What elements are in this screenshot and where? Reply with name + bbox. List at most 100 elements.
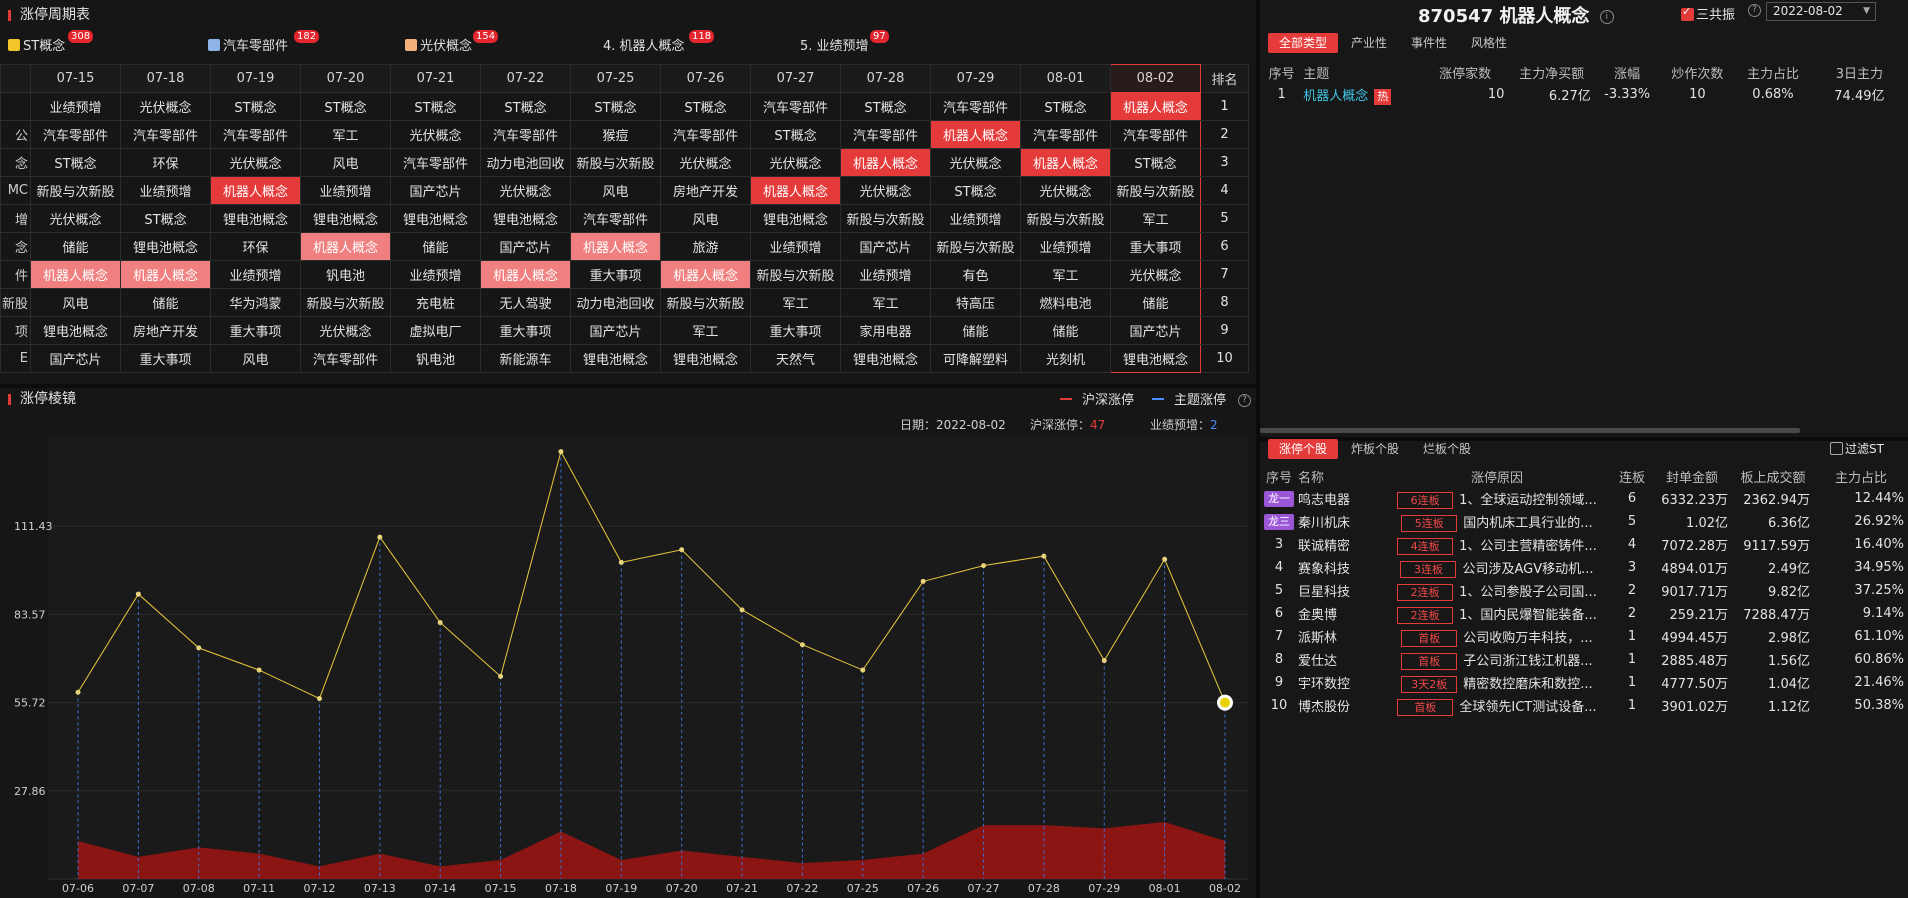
concept-cell[interactable]: 汽车零部件	[390, 148, 481, 177]
horizontal-scrollbar[interactable]	[1260, 428, 1800, 433]
cycle-legend-item[interactable]: 5. 业绩预增 97	[800, 30, 889, 58]
concept-cell[interactable]: 光伏概念	[210, 148, 301, 177]
concept-cell[interactable]: 风电	[300, 148, 391, 177]
concept-cell[interactable]: ST概念	[480, 92, 571, 121]
concept-cell[interactable]: 锂电池概念	[1110, 344, 1201, 373]
concept-cell[interactable]: 汽车零部件	[300, 344, 391, 373]
stock-name[interactable]: 爱仕达	[1298, 648, 1382, 671]
stock-row[interactable]: 龙一 鸣志电器 6连板 1、全球运动控制领域... 6 6332.23万 2362.94万 1…	[1260, 487, 1908, 510]
concept-cell[interactable]: 房地产开发	[660, 176, 751, 205]
stock-name[interactable]: 赛象科技	[1298, 556, 1382, 579]
stock-row[interactable]: 龙三 秦川机床 5连板 国内机床工具行业的... 5 1.02亿 6.36亿 26.92%	[1260, 510, 1908, 533]
theme-col-header[interactable]: 主力净买额	[1508, 61, 1594, 83]
date-header[interactable]: 07-20	[300, 64, 391, 93]
stock-name[interactable]: 金奥博	[1298, 602, 1382, 625]
concept-cell[interactable]: 汽车零部件	[1110, 120, 1201, 149]
concept-cell[interactable]: 新股与次新股	[1020, 204, 1111, 233]
tab-item[interactable]: 炸板个股	[1340, 439, 1410, 459]
concept-cell[interactable]: 风电	[30, 288, 121, 317]
concept-cell[interactable]: 军工	[840, 288, 931, 317]
concept-cell[interactable]: 汽车零部件	[30, 120, 121, 149]
date-picker[interactable]: 2022-08-02 ▼	[1766, 2, 1876, 21]
concept-cell[interactable]: 新能源车	[480, 344, 571, 373]
concept-cell[interactable]: 军工	[750, 288, 841, 317]
date-header[interactable]: 07-22	[480, 64, 571, 93]
concept-cell[interactable]: 钒电池	[390, 344, 481, 373]
concept-cell[interactable]: ST概念	[1020, 92, 1111, 121]
concept-cell[interactable]: 机器人概念	[660, 260, 751, 289]
date-header[interactable]: 07-18	[120, 64, 211, 93]
concept-cell[interactable]: 国产芯片	[480, 232, 571, 261]
filter-st-checkbox[interactable]: 过滤ST	[1830, 440, 1884, 457]
concept-cell[interactable]: 重大事项	[1110, 232, 1201, 261]
concept-cell[interactable]: 可降解塑料	[930, 344, 1021, 373]
date-header[interactable]: 08-01	[1020, 64, 1111, 93]
concept-cell[interactable]: ST概念	[750, 120, 841, 149]
concept-cell[interactable]: 国产芯片	[1110, 316, 1201, 345]
concept-cell[interactable]: 无人驾驶	[480, 288, 571, 317]
concept-cell[interactable]: 新股与次新股	[1110, 176, 1201, 205]
concept-cell[interactable]: 锂电池概念	[480, 204, 571, 233]
concept-cell[interactable]: 业绩预增	[210, 260, 301, 289]
stock-row[interactable]: 4 赛象科技 3连板 公司涉及AGV移动机... 3 4894.01万 2.49亿 34.95…	[1260, 556, 1908, 579]
concept-cell[interactable]: 环保	[210, 232, 301, 261]
concept-cell[interactable]: 汽车零部件	[1020, 120, 1111, 149]
concept-cell[interactable]: 汽车零部件	[120, 120, 211, 149]
concept-cell[interactable]: ST概念	[30, 148, 121, 177]
concept-cell[interactable]: 新股与次新股	[750, 260, 841, 289]
legend-theme-limit-up[interactable]: 主题涨停	[1152, 392, 1226, 410]
concept-cell[interactable]: 机器人概念	[120, 260, 211, 289]
concept-cell[interactable]: 新股与次新股	[930, 232, 1021, 261]
concept-cell[interactable]: 有色	[930, 260, 1021, 289]
concept-cell[interactable]: 国产芯片	[390, 176, 481, 205]
concept-cell[interactable]: 动力电池回收	[570, 288, 661, 317]
concept-cell[interactable]: ST概念	[840, 92, 931, 121]
concept-cell[interactable]: 军工	[1020, 260, 1111, 289]
concept-cell[interactable]: 燃料电池	[1020, 288, 1111, 317]
legend-hs-limit-up[interactable]: 沪深涨停	[1060, 392, 1134, 410]
concept-cell[interactable]: 汽车零部件	[750, 92, 841, 121]
concept-cell[interactable]: 业绩预增	[300, 176, 391, 205]
stock-row[interactable]: 7 派斯林 首板 公司收购万丰科技，... 1 4994.45万 2.98亿 61.10%	[1260, 625, 1908, 648]
concept-cell[interactable]: 锂电池概念	[30, 316, 121, 345]
cycle-legend-item[interactable]: ST概念 308	[8, 30, 94, 58]
date-header[interactable]: 07-21	[390, 64, 481, 93]
concept-cell[interactable]: 业绩预增	[1020, 232, 1111, 261]
concept-cell[interactable]: 业绩预增	[840, 260, 931, 289]
tab-item[interactable]: 涨停个股	[1268, 439, 1339, 459]
concept-cell[interactable]: 家用电器	[840, 316, 931, 345]
tab-item[interactable]: 风格性	[1460, 33, 1518, 53]
stock-row[interactable]: 6 金奥博 2连板 1、国内民爆智能装备... 2 259.21万 7288.47万 9.14…	[1260, 602, 1908, 625]
concept-cell[interactable]: 新股与次新股	[570, 148, 661, 177]
concept-cell[interactable]: 业绩预增	[750, 232, 841, 261]
concept-cell[interactable]: 猴痘	[570, 120, 661, 149]
concept-cell[interactable]: 机器人概念	[840, 148, 931, 177]
concept-cell[interactable]: 机器人概念	[30, 260, 121, 289]
stock-col-header[interactable]: 板上成交额	[1732, 465, 1814, 487]
theme-col-header[interactable]: 涨幅	[1595, 61, 1660, 83]
concept-cell[interactable]: 光伏概念	[30, 204, 121, 233]
concept-cell[interactable]: 锂电池概念	[840, 344, 931, 373]
date-header[interactable]: 07-15	[30, 64, 121, 93]
tab-item[interactable]: 烂板个股	[1412, 439, 1482, 459]
concept-cell[interactable]: 汽车零部件	[570, 204, 661, 233]
concept-cell[interactable]: 充电桩	[390, 288, 481, 317]
concept-cell[interactable]: ST概念	[300, 92, 391, 121]
theme-col-header[interactable]: 主力占比	[1735, 61, 1811, 83]
concept-cell[interactable]: 机器人概念	[750, 176, 841, 205]
concept-cell[interactable]: 汽车零部件	[840, 120, 931, 149]
concept-cell[interactable]: 光伏概念	[1020, 176, 1111, 205]
concept-cell[interactable]: 锂电池概念	[120, 232, 211, 261]
sangongzhen-checkbox[interactable]: 三共振	[1681, 4, 1735, 23]
concept-cell[interactable]: 房地产开发	[120, 316, 211, 345]
concept-cell[interactable]: 新股与次新股	[300, 288, 391, 317]
stock-name[interactable]: 鸣志电器	[1298, 487, 1382, 510]
concept-cell[interactable]: 重大事项	[480, 316, 571, 345]
concept-cell[interactable]: 储能	[120, 288, 211, 317]
theme-row[interactable]: 1 机器人概念热 10 6.27亿 -3.33% 10 0.68% 74.49亿	[1260, 83, 1908, 106]
concept-cell[interactable]: 军工	[660, 316, 751, 345]
concept-cell[interactable]: 特高压	[930, 288, 1021, 317]
theme-col-header[interactable]: 炒作次数	[1660, 61, 1736, 83]
concept-cell[interactable]: 机器人概念	[1110, 92, 1201, 121]
concept-cell[interactable]: 汽车零部件	[930, 92, 1021, 121]
